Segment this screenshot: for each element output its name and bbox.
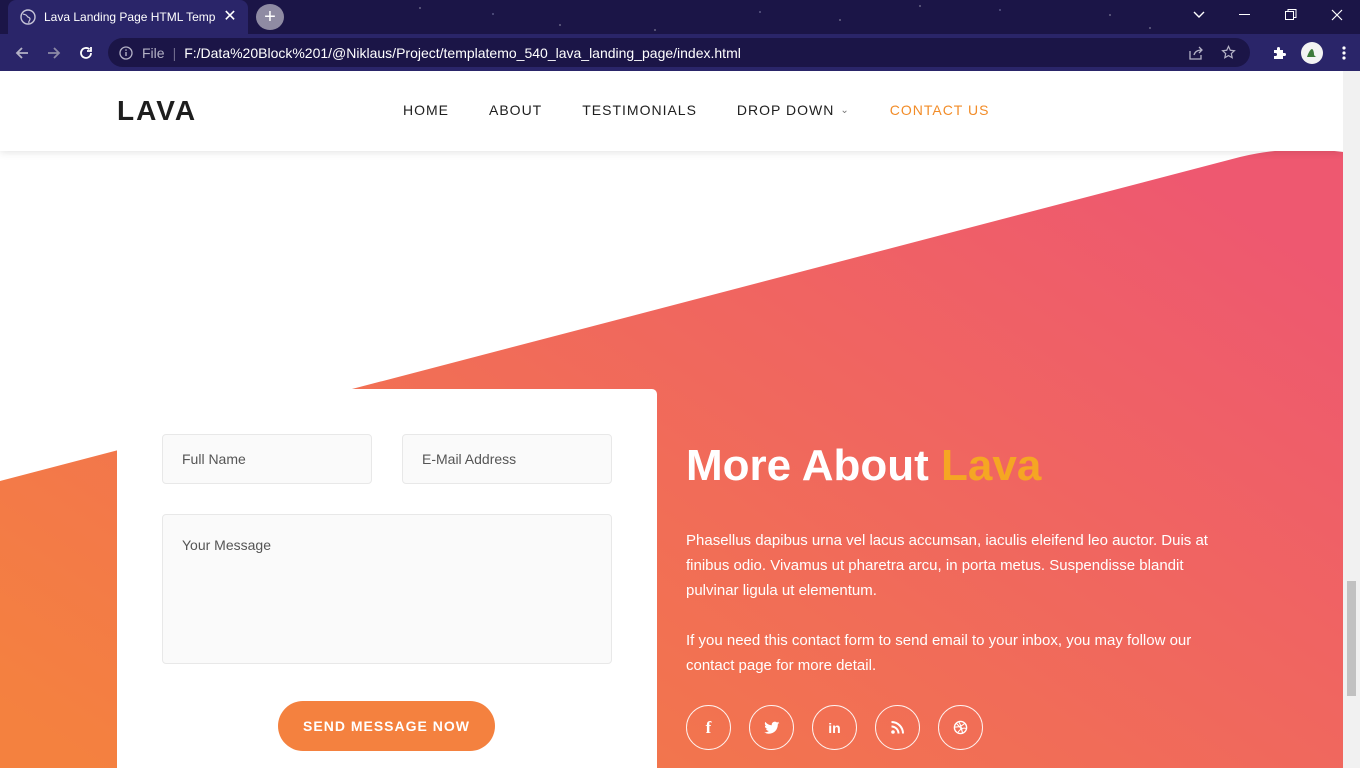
about-paragraph-1: Phasellus dapibus urna vel lacus accumsa… [686,532,1208,599]
message-textarea[interactable]: Your Message [162,514,612,664]
tab-title: Lava Landing Page HTML Template [44,10,216,24]
page-viewport: LAVA HOME ABOUT TESTIMONIALS DROP DOWN ⌄… [0,71,1343,768]
chevron-down-icon: ⌄ [840,104,850,116]
star-icon[interactable] [1212,38,1244,67]
about-title-accent: Lava [941,441,1042,490]
arrow-left-icon [15,46,28,59]
puzzle-icon [1274,46,1286,59]
contact-form-card: Full Name E-Mail Address Your Message SE… [117,389,657,768]
new-tab-button[interactable]: + [256,4,284,30]
close-icon [1331,9,1343,21]
nav-dropdown-label: DROP DOWN [736,102,835,118]
browser-tab[interactable]: Lava Landing Page HTML Template ✕ [8,0,248,34]
nav-testimonials[interactable]: TESTIMONIALS [582,102,697,118]
globe-icon [20,9,36,25]
facebook-link[interactable]: f [686,705,731,750]
url-text[interactable]: F:/Data%20Block%201/@Niklaus/Project/tem… [184,45,741,61]
restore-icon [1285,9,1297,20]
facebook-icon: f [705,717,712,737]
close-window-button[interactable] [1314,0,1360,30]
browser-titlebar: Lava Landing Page HTML Template ✕ + [0,0,1360,34]
address-separator: | [172,44,177,61]
address-bar[interactable]: File | F:/Data%20Block%201/@Niklaus/Proj… [108,38,1250,67]
share-icon[interactable] [1180,38,1212,67]
about-section: More About Lava Phasellus dapibus urna v… [686,441,1216,750]
site-header: LAVA HOME ABOUT TESTIMONIALS DROP DOWN ⌄… [0,71,1343,151]
browser-toolbar: File | F:/Data%20Block%201/@Niklaus/Proj… [0,34,1360,71]
tab-close-icon[interactable]: ✕ [222,9,238,25]
scrollbar-thumb[interactable] [1347,581,1356,696]
nav-dropdown[interactable]: DROP DOWN ⌄ [737,102,850,118]
logo[interactable]: LAVA [117,95,197,127]
nav-about[interactable]: ABOUT [489,102,542,118]
restore-button[interactable] [1268,0,1314,30]
linkedin-icon: in [828,719,841,736]
arrow-right-icon [48,46,61,59]
menu-button[interactable] [1328,34,1360,71]
about-title-prefix: More About [686,441,941,490]
info-icon[interactable] [118,45,134,61]
full-name-input[interactable]: Full Name [162,434,372,484]
social-links: f in [686,705,1216,750]
profile-button[interactable] [1296,34,1328,71]
twitter-link[interactable] [749,705,794,750]
nav-contact-us[interactable]: CONTACT US [890,102,990,118]
send-message-button[interactable]: SEND MESSAGE NOW [278,701,495,751]
tab-search-button[interactable] [1176,0,1222,30]
dribbble-icon [953,720,968,735]
chevron-down-icon [1193,11,1205,18]
rss-icon [891,721,904,734]
back-button[interactable] [6,37,38,69]
main-nav: HOME ABOUT TESTIMONIALS DROP DOWN ⌄ CONT… [403,102,989,118]
minimize-button[interactable] [1222,0,1268,30]
email-input[interactable]: E-Mail Address [402,434,612,484]
rss-link[interactable] [875,705,920,750]
nav-home[interactable]: HOME [403,102,449,118]
file-scheme-label: File [142,44,165,61]
reload-icon [80,46,92,59]
dribbble-link[interactable] [938,705,983,750]
forward-button[interactable] [38,37,70,69]
about-title: More About Lava [686,441,1216,491]
kebab-menu-icon [1342,45,1346,60]
about-paragraph-2: If you need this contact form to send em… [686,632,1192,674]
page-scrollbar[interactable] [1343,71,1360,768]
minimize-icon [1239,14,1250,15]
window-controls [1176,0,1360,34]
avatar [1301,41,1323,64]
twitter-icon [763,721,779,734]
linkedin-link[interactable]: in [812,705,857,750]
extensions-button[interactable] [1264,34,1296,71]
reload-button[interactable] [70,37,102,69]
